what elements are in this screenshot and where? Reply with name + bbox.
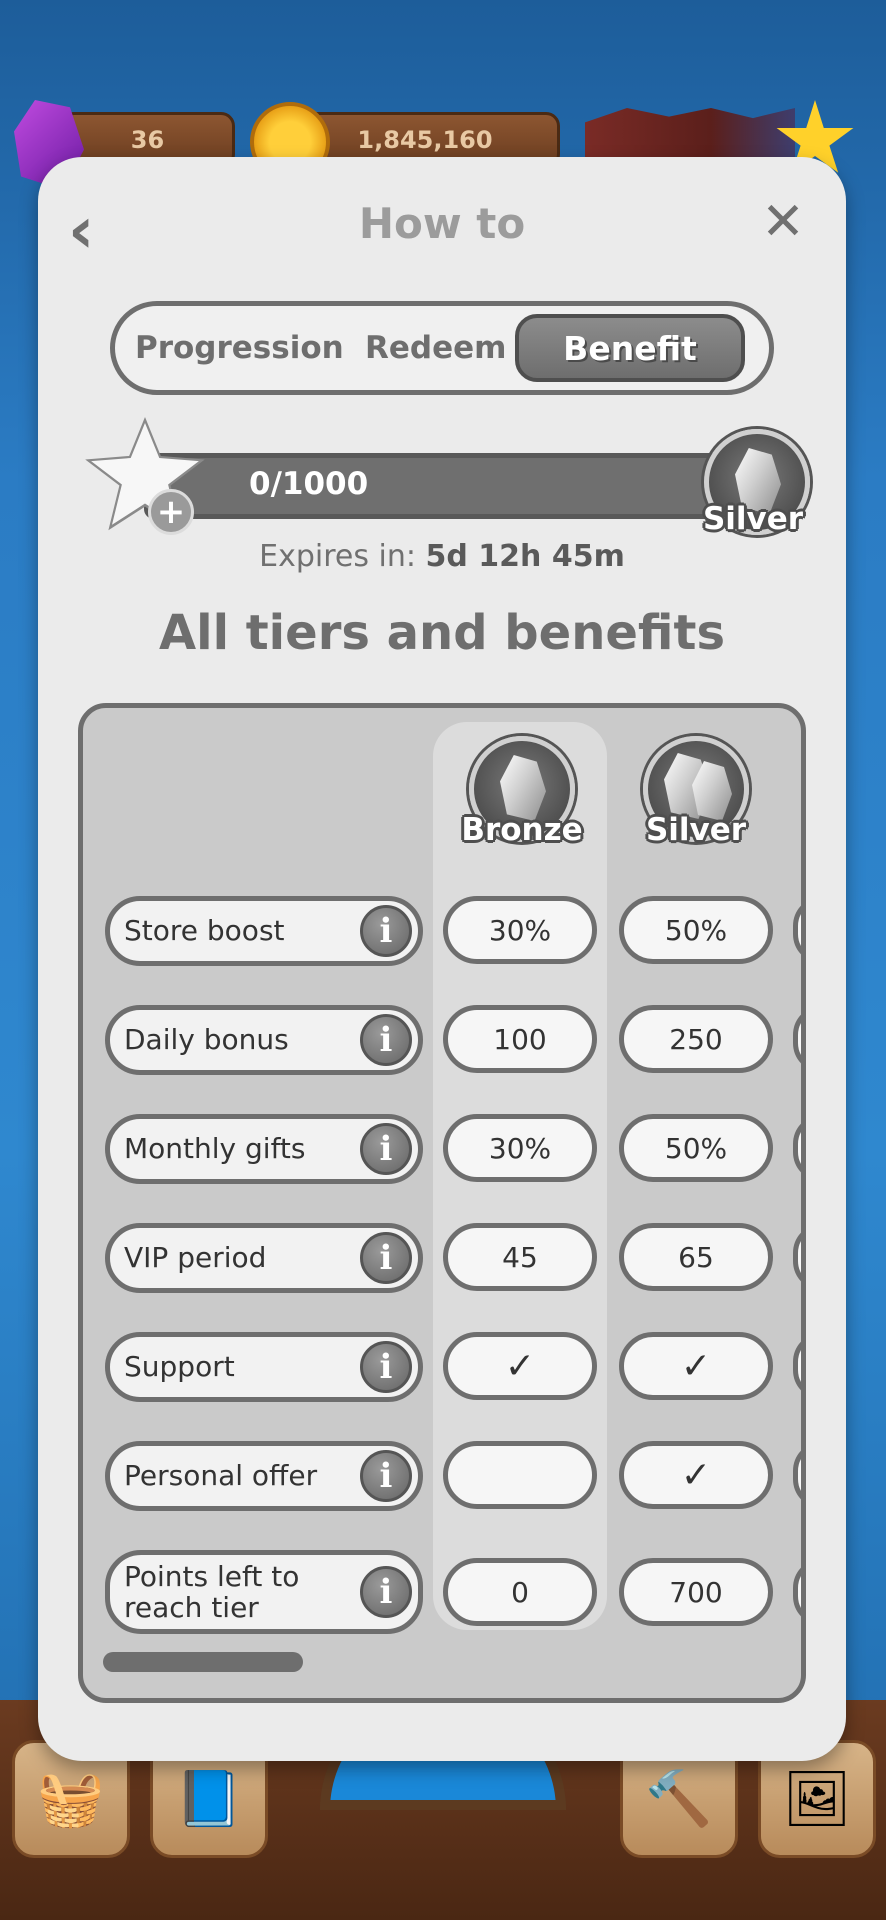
info-icon[interactable]: i <box>360 1123 412 1175</box>
benefit-label: Points left to reach tier <box>124 1559 300 1624</box>
close-icon: ✕ <box>761 192 805 252</box>
silver-personal-offer-checkmark-icon: ✓ <box>619 1441 773 1509</box>
bronze-personal-offer-cell <box>443 1441 597 1509</box>
coins-count: 1,845,160 <box>357 126 493 154</box>
bronze-vip-period-cell: 45 <box>443 1223 597 1291</box>
next-tier-cell-partial <box>793 1558 801 1626</box>
bronze-daily-bonus-cell: 100 <box>443 1005 597 1073</box>
info-icon[interactable]: i <box>360 1341 412 1393</box>
tab-bar: Progression Redeem Benefit <box>110 301 774 395</box>
next-tier-cell-partial <box>793 1005 801 1073</box>
tiers-heading: All tiers and benefits <box>158 605 726 661</box>
benefit-row-store-boost: Store boost i <box>105 896 423 966</box>
expires-text: Expires in: 5d 12h 45m <box>38 539 846 574</box>
bronze-monthly-gifts-cell: 30% <box>443 1114 597 1182</box>
tab-redeem[interactable]: Redeem <box>365 306 506 390</box>
tab-progression[interactable]: Progression <box>135 306 344 390</box>
horizontal-scrollbar[interactable] <box>103 1652 303 1672</box>
benefit-row-points-left: Points left to reach tier i <box>105 1550 423 1634</box>
next-tier-cell-partial <box>793 1441 801 1509</box>
bronze-support-checkmark-icon: ✓ <box>443 1332 597 1400</box>
benefit-label: Personal offer <box>124 1459 318 1493</box>
plus-icon: + <box>156 492 186 532</box>
benefit-label: VIP period <box>124 1241 267 1275</box>
silver-points-left-cell: 700 <box>619 1558 773 1626</box>
benefit-row-daily-bonus: Daily bonus i <box>105 1005 423 1075</box>
tab-benefit[interactable]: Benefit <box>515 314 745 382</box>
tier-progress-bar: 0/1000 <box>144 453 764 519</box>
gems-count: 36 <box>130 126 165 154</box>
info-icon[interactable]: i <box>360 1232 412 1284</box>
modal-title: How to <box>358 199 526 248</box>
next-tier-cell-partial <box>793 896 801 964</box>
tiers-table[interactable]: Bronze Silver Store boost i 30% 50% Dail… <box>78 703 806 1703</box>
benefit-row-vip-period: VIP period i <box>105 1223 423 1293</box>
benefit-label: Store boost <box>124 914 285 948</box>
silver-store-boost-cell: 50% <box>619 896 773 964</box>
info-icon[interactable]: i <box>360 1450 412 1502</box>
silver-vip-period-cell: 65 <box>619 1223 773 1291</box>
expires-value: 5d 12h 45m <box>425 539 625 574</box>
silver-daily-bonus-cell: 250 <box>619 1005 773 1073</box>
info-icon[interactable]: i <box>360 1014 412 1066</box>
benefits-modal: ‹ How to ✕ Progression Redeem Benefit 0/… <box>38 157 846 1761</box>
benefit-row-personal-offer: Personal offer i <box>105 1441 423 1511</box>
benefit-label: Daily bonus <box>124 1023 289 1057</box>
close-button[interactable]: ✕ <box>758 196 808 248</box>
benefit-row-monthly-gifts: Monthly gifts i <box>105 1114 423 1184</box>
next-tier-cell-partial <box>793 1223 801 1291</box>
progress-text: 0/1000 <box>249 466 369 502</box>
benefit-label: Monthly gifts <box>124 1132 306 1166</box>
silver-support-checkmark-icon: ✓ <box>619 1332 773 1400</box>
info-icon[interactable]: i <box>360 905 412 957</box>
info-icon[interactable]: i <box>360 1566 412 1618</box>
expires-label: Expires in: <box>259 539 416 574</box>
bronze-points-left-cell: 0 <box>443 1558 597 1626</box>
next-tier-cell-partial <box>793 1332 801 1400</box>
benefit-row-support: Support i <box>105 1332 423 1402</box>
silver-monthly-gifts-cell: 50% <box>619 1114 773 1182</box>
next-tier-cell-partial <box>793 1114 801 1182</box>
benefit-label: Support <box>124 1350 235 1384</box>
add-points-button[interactable]: + <box>148 489 194 535</box>
tier-header-bronze: Bronze <box>461 812 583 848</box>
bronze-store-boost-cell: 30% <box>443 896 597 964</box>
next-tier-label: Silver <box>702 501 804 537</box>
tier-header-silver: Silver <box>645 812 747 848</box>
